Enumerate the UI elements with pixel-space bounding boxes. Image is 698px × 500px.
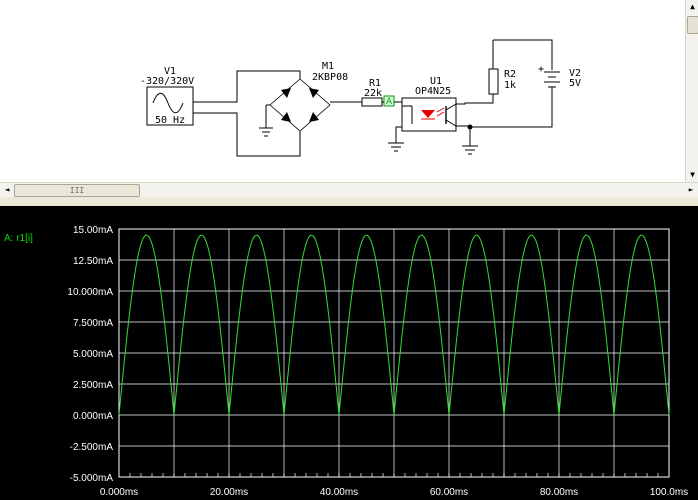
scroll-down-icon[interactable]: ▼ xyxy=(686,168,698,181)
m1-part: 2KBP08 xyxy=(312,72,348,83)
y-tick-label: -2.500mA xyxy=(70,442,114,453)
m1-ref: M1 xyxy=(322,61,334,72)
probe-a-label: A xyxy=(386,96,392,106)
vertical-scrollbar[interactable]: ▲ ▼ xyxy=(685,0,698,182)
x-tick-label: 20.00ms xyxy=(210,487,248,498)
horizontal-scrollbar[interactable]: ◄ III ► xyxy=(0,182,698,197)
v2-plus: + xyxy=(538,64,544,75)
bridge-rectifier-m1[interactable] xyxy=(265,78,331,148)
scroll-up-icon[interactable]: ▲ xyxy=(686,0,698,13)
ground-icon xyxy=(259,127,273,137)
y-tick-label: 12.50mA xyxy=(73,256,113,267)
resistor-r1[interactable] xyxy=(361,97,383,107)
x-tick-label: 100.0ms xyxy=(650,487,688,498)
schematic-drawing: V1 -320/320V 50 Hz M1 2KBP08 R1 22k A U1… xyxy=(140,39,581,157)
vertical-scroll-thumb[interactable] xyxy=(687,16,698,34)
r1-value: 22k xyxy=(364,88,382,99)
x-tick-label: 80.00ms xyxy=(540,487,578,498)
x-tick-label: 0.000ms xyxy=(100,487,138,498)
r2-value: 1k xyxy=(504,80,516,91)
battery-v2[interactable] xyxy=(544,71,560,88)
y-tick-label: 10.000mA xyxy=(67,287,113,298)
y-tick-label: 2.500mA xyxy=(73,380,113,391)
x-tick-label: 60.00ms xyxy=(430,487,468,498)
y-tick-label: 0.000mA xyxy=(73,411,113,422)
grapher-panel[interactable]: A: r1[i] 15.00mA 12.50mA 10.000mA 7.500mA 5.… xyxy=(0,206,698,500)
wire xyxy=(193,70,301,103)
v1-freq: 50 Hz xyxy=(155,115,185,126)
v2-value: 5V xyxy=(569,78,581,89)
trace-label: A: r1[i] xyxy=(4,233,33,244)
resistor-r2[interactable] xyxy=(488,68,499,95)
ground-icon xyxy=(388,142,404,152)
u1-part: OP4N25 xyxy=(415,86,451,97)
y-tick-label: -5.000mA xyxy=(70,473,114,484)
y-tick-label: 15.00mA xyxy=(73,225,113,236)
x-tick-label: 40.00ms xyxy=(320,487,358,498)
schematic-canvas[interactable]: V1 -320/320V 50 Hz M1 2KBP08 R1 22k A U1… xyxy=(0,0,685,182)
scroll-left-icon[interactable]: ◄ xyxy=(0,183,14,197)
ground-icon xyxy=(462,145,478,155)
r2-ref: R2 xyxy=(504,69,516,80)
v1-value: -320/320V xyxy=(140,76,194,87)
scroll-right-icon[interactable]: ► xyxy=(684,183,698,197)
y-tick-label: 7.500mA xyxy=(73,318,113,329)
current-chart: A: r1[i] 15.00mA 12.50mA 10.000mA 7.500mA 5.… xyxy=(4,225,688,498)
splitter[interactable] xyxy=(0,197,698,206)
y-tick-label: 5.000mA xyxy=(73,349,113,360)
horizontal-scroll-thumb[interactable]: III xyxy=(14,184,140,197)
